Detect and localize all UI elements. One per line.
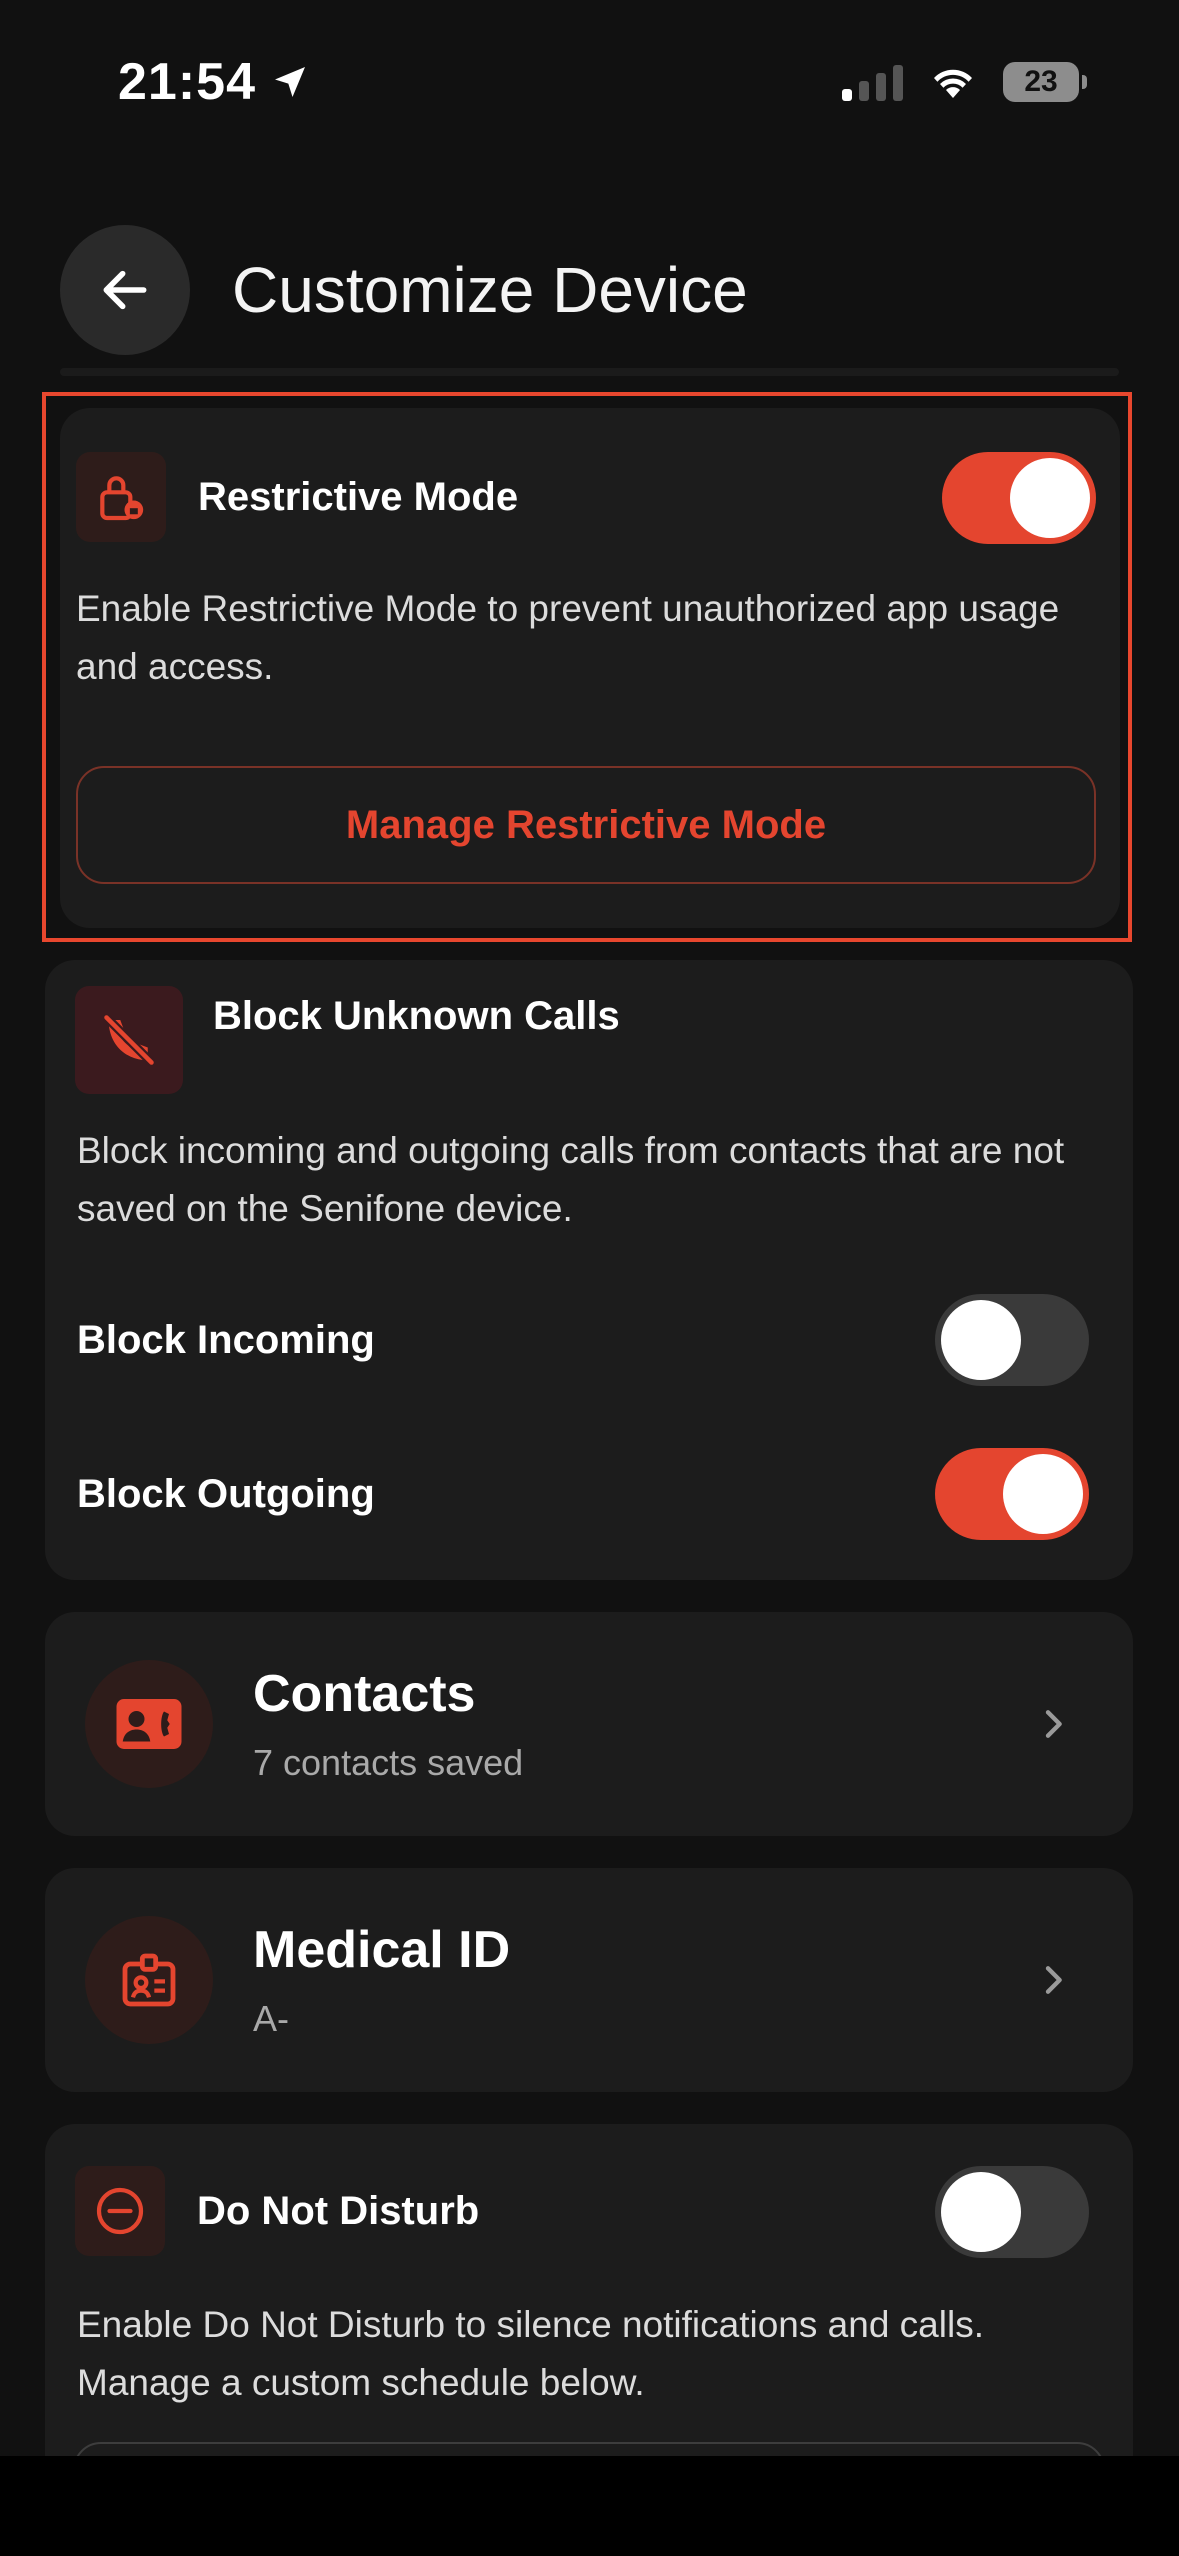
toggle-knob [1010,458,1090,538]
block-outgoing-toggle[interactable] [935,1448,1089,1540]
block-unknown-calls-card: Block Unknown Calls Block incoming and o… [45,960,1133,1580]
do-not-disturb-header: Do Not Disturb [75,2166,479,2256]
chevron-right-icon [1045,1710,1062,1738]
toggle-knob [941,2172,1021,2252]
contacts-text: Contacts 7 contacts saved [253,1664,1033,1784]
lock-icon [76,452,166,542]
contacts-card[interactable]: Contacts 7 contacts saved [45,1612,1133,1836]
location-arrow-icon [275,67,305,97]
block-incoming-label: Block Incoming [77,1318,375,1362]
block-unknown-calls-header: Block Unknown Calls [75,986,620,1094]
cellular-signal-icon [842,63,903,101]
id-badge-icon [85,1916,213,2044]
wifi-icon [934,69,972,98]
block-unknown-calls-description: Block incoming and outgoing calls from c… [77,1130,1065,1229]
toggle-knob [941,1300,1021,1380]
medical-id-text: Medical ID A- [253,1920,1033,2040]
toggle-knob [1003,1454,1083,1534]
header: Customize Device [60,225,1119,355]
do-not-disturb-description: Enable Do Not Disturb to silence notific… [77,2304,984,2403]
status-bar: 21:54 23 [0,0,1179,170]
manage-restrictive-mode-button[interactable]: Manage Restrictive Mode [76,766,1096,884]
restrictive-mode-title: Restrictive Mode [198,474,519,519]
block-outgoing-label: Block Outgoing [77,1472,375,1516]
screen: 21:54 23 Customize Device Restrictive Mo… [0,0,1179,2556]
page-title: Customize Device [232,254,748,326]
restrictive-mode-toggle[interactable] [942,452,1096,544]
minus-circle-icon [75,2166,165,2256]
contacts-subtitle: 7 contacts saved [253,1742,524,1783]
chevron-right-icon [1045,1966,1062,1994]
back-button[interactable] [60,225,190,355]
battery-level: 23 [1024,65,1058,98]
medical-id-card[interactable]: Medical ID A- [45,1868,1133,2092]
medical-id-row[interactable]: Medical ID A- [45,1868,1133,2092]
phone-blocked-icon [75,986,183,1094]
contact-card-icon [85,1660,213,1788]
contacts-title: Contacts [253,1665,476,1723]
header-divider [60,368,1119,376]
medical-id-subtitle: A- [253,1998,289,2039]
restrictive-mode-description: Enable Restrictive Mode to prevent unaut… [76,588,1060,687]
restrictive-mode-card: Restrictive Mode Enable Restrictive Mode… [60,408,1120,928]
bottom-bar [0,2456,1179,2556]
contacts-row[interactable]: Contacts 7 contacts saved [45,1612,1133,1836]
restrictive-mode-header: Restrictive Mode [76,452,518,542]
do-not-disturb-title: Do Not Disturb [197,2188,480,2233]
block-incoming-toggle[interactable] [935,1294,1089,1386]
medical-id-title: Medical ID [253,1921,511,1979]
status-indicators: 23 [842,62,1087,102]
arrow-left-icon [103,270,147,310]
block-unknown-calls-title: Block Unknown Calls [213,993,620,1038]
do-not-disturb-toggle[interactable] [935,2166,1089,2258]
battery-icon: 23 [1003,62,1087,102]
status-time-text: 21:54 [118,53,256,111]
status-time: 21:54 [118,52,310,112]
